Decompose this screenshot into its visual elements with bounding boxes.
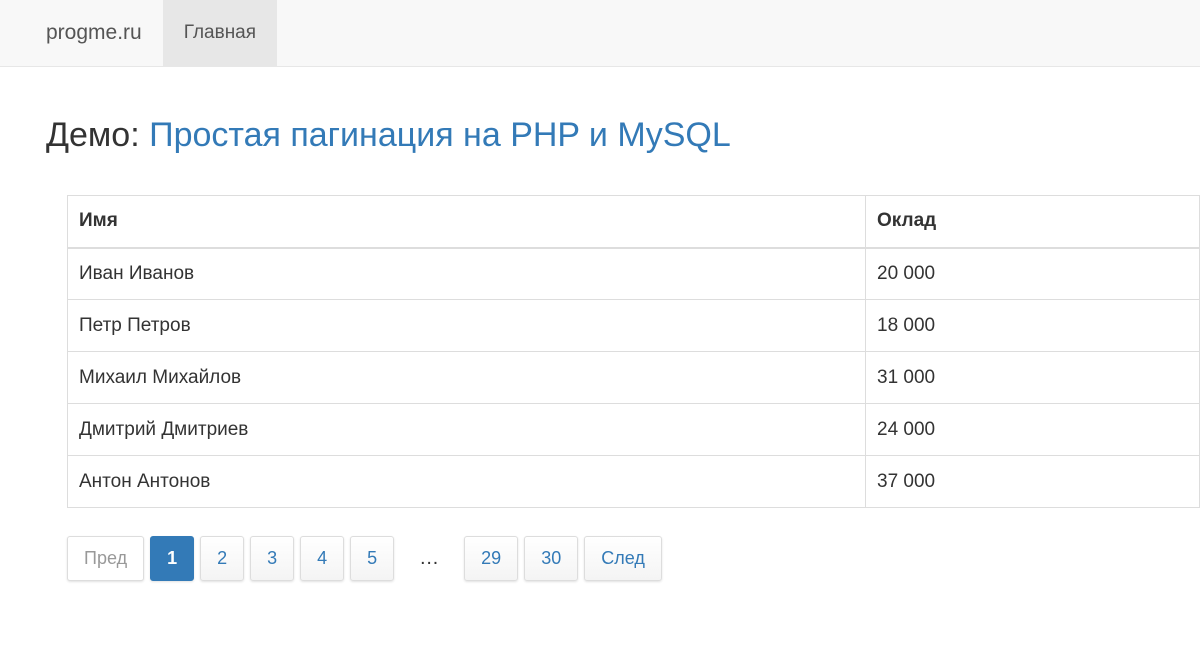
cell-salary: 31 000 — [865, 351, 1200, 404]
pagination-ellipsis: … — [419, 547, 440, 569]
table-row: Михаил Михайлов 31 000 — [67, 351, 1200, 404]
page-button-3[interactable]: 3 — [250, 536, 295, 581]
cell-salary: 24 000 — [865, 403, 1200, 456]
table-header-row: Имя Оклад — [67, 195, 1200, 249]
table-row: Антон Антонов 37 000 — [67, 455, 1200, 508]
title-prefix: Демо: — [46, 116, 150, 154]
column-header-name: Имя — [67, 195, 866, 249]
table-row: Петр Петров 18 000 — [67, 299, 1200, 352]
page-button-29[interactable]: 29 — [464, 536, 519, 581]
page-title: Демо: Простая пагинация на PHP и MySQL — [46, 116, 731, 155]
cell-salary: 18 000 — [865, 299, 1200, 352]
title-link[interactable]: Простая пагинация на PHP и MySQL — [149, 116, 731, 154]
column-header-salary: Оклад — [865, 195, 1200, 249]
cell-name: Иван Иванов — [67, 247, 866, 300]
cell-salary: 20 000 — [865, 247, 1200, 300]
page-button-2[interactable]: 2 — [200, 536, 245, 581]
employees-table: Имя Оклад Иван Иванов 20 000 Петр Петров… — [67, 195, 1200, 508]
page-button-1[interactable]: 1 — [150, 536, 195, 581]
table-row: Дмитрий Дмитриев 24 000 — [67, 403, 1200, 456]
cell-name: Дмитрий Дмитриев — [67, 403, 866, 456]
cell-name: Антон Антонов — [67, 455, 866, 508]
top-navbar: progme.ru Главная — [0, 0, 1200, 67]
brand-link[interactable]: progme.ru — [0, 0, 163, 66]
page-button-5[interactable]: 5 — [350, 536, 395, 581]
cell-name: Михаил Михайлов — [67, 351, 866, 404]
next-page-button[interactable]: След — [584, 536, 662, 581]
pagination: Пред 1 2 3 4 5 … 29 30 След — [67, 536, 668, 581]
cell-name: Петр Петров — [67, 299, 866, 352]
table-row: Иван Иванов 20 000 — [67, 247, 1200, 300]
cell-salary: 37 000 — [865, 455, 1200, 508]
prev-page-button[interactable]: Пред — [67, 536, 145, 581]
page-button-4[interactable]: 4 — [300, 536, 345, 581]
page-button-30[interactable]: 30 — [524, 536, 579, 581]
nav-item-home[interactable]: Главная — [162, 0, 278, 66]
